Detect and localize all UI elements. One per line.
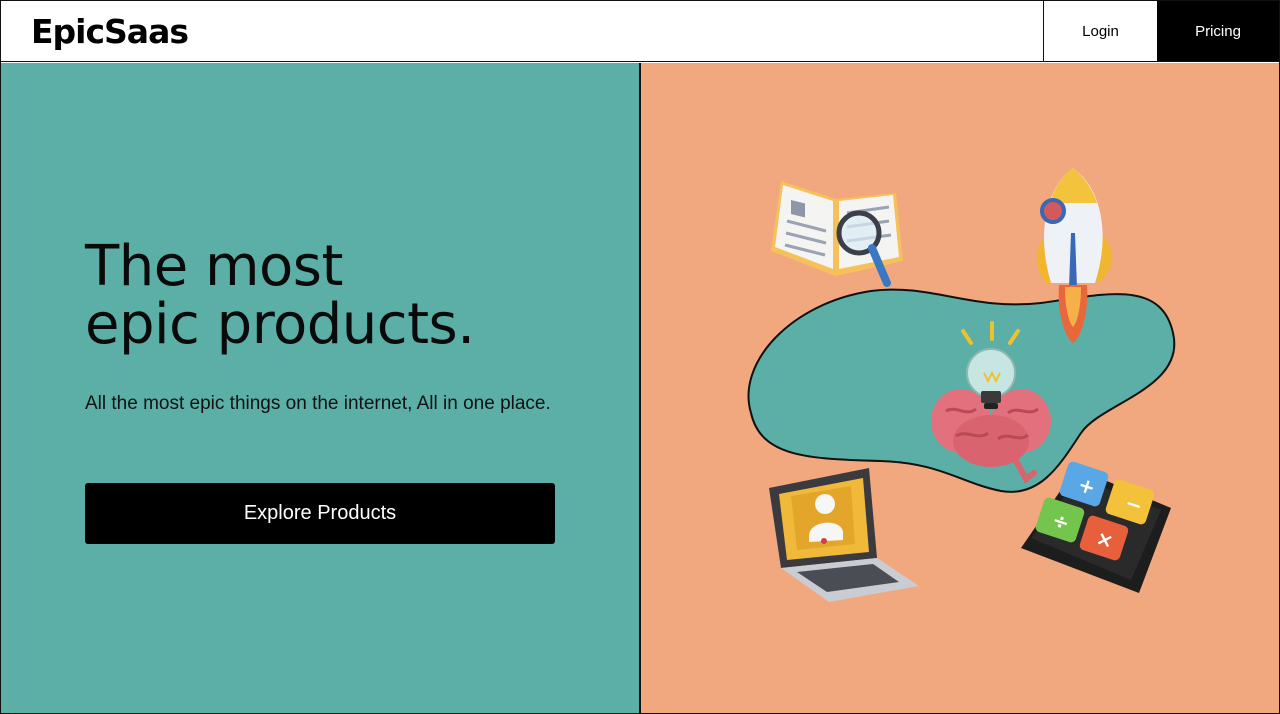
page: EpicSaas Login Pricing The most epic pro…: [0, 0, 1280, 714]
hero-headline: The most epic products.: [85, 238, 605, 354]
hero-text-panel: The most epic products. All the most epi…: [1, 63, 639, 713]
open-book-magnifier-icon: [771, 181, 903, 287]
hero-illustration-panel: + − ÷ ×: [641, 63, 1279, 713]
pricing-link[interactable]: Pricing: [1157, 1, 1279, 61]
explore-products-button[interactable]: Explore Products: [85, 483, 555, 544]
hero-headline-line-1: The most: [85, 234, 343, 299]
hero-subtext: All the most epic things on the internet…: [85, 393, 551, 414]
laptop-user-icon: [769, 468, 919, 602]
login-link[interactable]: Login: [1043, 1, 1157, 61]
top-navbar: EpicSaas Login Pricing: [1, 1, 1279, 62]
hero-illustration: + − ÷ ×: [747, 168, 1176, 602]
brand-logo[interactable]: EpicSaas: [1, 1, 1043, 61]
hero-headline-line-2: epic products.: [85, 292, 475, 357]
